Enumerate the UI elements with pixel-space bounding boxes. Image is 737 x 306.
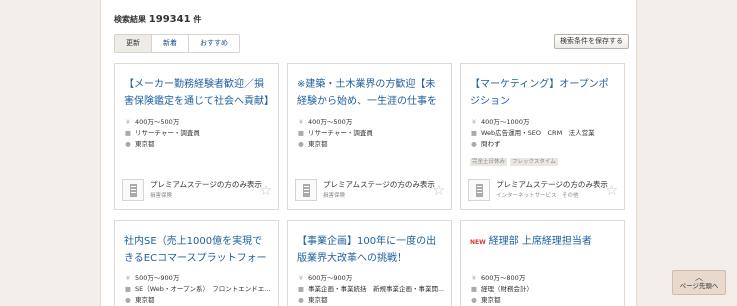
building-icon <box>122 179 144 201</box>
briefcase-icon: ■ <box>124 285 132 293</box>
job-card[interactable]: 【メーカー勤務経験者歓迎／損害保険鑑定を通じて社会へ貢献】 ¥400万～500万… <box>114 63 279 210</box>
company-info: プレミアムステージの方のみ表示 損害保険 ☆ <box>122 178 274 204</box>
job-card[interactable]: 【マーケティング】オープンポジション ¥400万～1000万 ■ Web広告運用・… <box>460 63 625 210</box>
salary: 500万～900万 <box>135 274 180 282</box>
feature-tag: 完全土日休み <box>470 158 508 166</box>
save-search-button[interactable]: 検索条件を保存する <box>554 34 629 49</box>
salary-row: ¥500万～900万 <box>124 273 274 283</box>
location-pin-icon: ● <box>125 140 131 148</box>
company-info: プレミアムステージの方のみ表示 損害保険 ☆ <box>295 178 447 204</box>
sort-tab-recommended[interactable]: おすすめ <box>189 35 239 52</box>
location-row: ● 東京都 <box>124 139 274 149</box>
sort-tab-updated[interactable]: 更新 <box>115 35 152 52</box>
job-type-row: ■ SE（Web・オープン系） フロントエンドエ... <box>124 284 274 294</box>
job-type: リサーチャー・調査員 <box>135 129 200 137</box>
chevron-up-icon: ︿ <box>695 273 703 282</box>
job-title[interactable]: 【事業企画】100年に一度の出版業界大改革への挑戦！ <box>297 233 445 267</box>
page-top-label: ページ先頭へ <box>679 282 719 290</box>
job-card[interactable]: ※建築・土木業界の方歓迎【未経験から始め、一生涯の仕事を手に ¥400万～500… <box>287 63 452 210</box>
page-top-button[interactable]: ︿ ページ先頭へ <box>672 270 726 295</box>
building-icon <box>295 179 317 201</box>
results-count-number: 199341 <box>148 14 191 25</box>
location-row: ● 東京都 <box>297 295 447 305</box>
location-pin-icon: ● <box>471 140 477 148</box>
job-type-row: ■ Web広告運用・SEO CRM 法人営業 <box>470 128 620 138</box>
location-row: ● 東京都 <box>297 139 447 149</box>
job-type: 事業企画・事業統括 新規事業企画・事業開... <box>308 285 445 293</box>
results-count-prefix: 検索結果 <box>114 15 146 24</box>
briefcase-icon: ■ <box>297 129 305 137</box>
job-type-row: ■ 事業企画・事業統括 新規事業企画・事業開... <box>297 284 447 294</box>
briefcase-icon: ■ <box>297 285 305 293</box>
job-type: 経理（財務会計） <box>481 285 533 293</box>
yen-icon: ¥ <box>471 274 477 282</box>
job-title[interactable]: 社内SE（売上1000億を実現できるECコマースプラットフォームへ <box>124 233 272 267</box>
company-industry: 損害保険 <box>150 193 173 199</box>
star-outline-icon[interactable]: ☆ <box>605 184 618 198</box>
briefcase-icon: ■ <box>470 285 478 293</box>
yen-icon: ¥ <box>471 118 477 126</box>
job-type: SE（Web・オープン系） フロントエンドエ... <box>135 285 271 293</box>
new-badge: NEW <box>470 239 486 246</box>
star-outline-icon[interactable]: ☆ <box>259 184 272 198</box>
location: 東京都 <box>481 296 501 304</box>
salary: 600万～900万 <box>308 274 353 282</box>
salary: 400万～500万 <box>308 118 353 126</box>
company-name: プレミアムステージの方のみ表示 <box>496 180 608 189</box>
location-pin-icon: ● <box>298 296 304 304</box>
job-title-text[interactable]: 経理部 上席経理担当者 <box>489 236 592 247</box>
salary-row: ¥400万～1000万 <box>470 117 620 127</box>
location: 問わず <box>481 140 501 148</box>
job-title[interactable]: 【マーケティング】オープンポジション <box>470 76 618 110</box>
location: 東京都 <box>308 140 328 148</box>
location-row: ● 問わず <box>470 139 620 149</box>
company-name: プレミアムステージの方のみ表示 <box>323 180 435 189</box>
sort-tabs: 更新 新着 おすすめ <box>114 34 240 53</box>
location: 東京都 <box>135 140 155 148</box>
location: 東京都 <box>135 296 155 304</box>
job-type-row: ■ 経理（財務会計） <box>470 284 620 294</box>
job-card[interactable]: NEW 経理部 上席経理担当者 ¥600万～800万 ■ 経理（財務会計） ● 東京都 <box>460 220 625 306</box>
yen-icon: ¥ <box>125 274 131 282</box>
job-title[interactable]: ※建築・土木業界の方歓迎【未経験から始め、一生涯の仕事を手に <box>297 76 445 110</box>
salary: 600万～800万 <box>481 274 526 282</box>
yen-icon: ¥ <box>298 118 304 126</box>
building-icon <box>468 179 490 201</box>
yen-icon: ¥ <box>298 274 304 282</box>
location-row: ● 東京都 <box>124 295 274 305</box>
salary-row: ¥600万～900万 <box>297 273 447 283</box>
salary-row: ¥400万～500万 <box>297 117 447 127</box>
job-title[interactable]: 【メーカー勤務経験者歓迎／損害保険鑑定を通じて社会へ貢献】 <box>124 76 272 110</box>
results-count: 検索結果 199341 件 <box>114 14 201 25</box>
briefcase-icon: ■ <box>124 129 132 137</box>
job-card[interactable]: 【事業企画】100年に一度の出版業界大改革への挑戦！ ¥600万～900万 ■ 事… <box>287 220 452 306</box>
job-type-row: ■ リサーチャー・調査員 <box>297 128 447 138</box>
salary-row: ¥400万～500万 <box>124 117 274 127</box>
salary-row: ¥600万～800万 <box>470 273 620 283</box>
star-outline-icon[interactable]: ☆ <box>432 184 445 198</box>
job-type-row: ■ リサーチャー・調査員 <box>124 128 274 138</box>
company-industry: 損害保険 <box>323 193 346 199</box>
feature-tags: 完全土日休み フレックスタイム <box>470 158 558 166</box>
job-type: リサーチャー・調査員 <box>308 129 373 137</box>
company-industry: インターネットサービス その他 <box>496 193 579 199</box>
location-pin-icon: ● <box>298 140 304 148</box>
job-card[interactable]: 社内SE（売上1000億を実現できるECコマースプラットフォームへ ¥500万～… <box>114 220 279 306</box>
yen-icon: ¥ <box>125 118 131 126</box>
company-name: プレミアムステージの方のみ表示 <box>150 180 262 189</box>
search-results-panel: 検索結果 199341 件 更新 新着 おすすめ 検索条件を保存する 【メーカー… <box>100 0 637 306</box>
location-pin-icon: ● <box>471 296 477 304</box>
company-info: プレミアムステージの方のみ表示 インターネットサービス その他 ☆ <box>468 178 620 204</box>
salary: 400万～1000万 <box>481 118 530 126</box>
job-type: Web広告運用・SEO CRM 法人営業 <box>481 129 595 137</box>
job-title[interactable]: NEW 経理部 上席経理担当者 <box>470 233 618 267</box>
sort-tab-newest[interactable]: 新着 <box>152 35 189 52</box>
feature-tag: フレックスタイム <box>510 158 558 166</box>
location: 東京都 <box>308 296 328 304</box>
results-count-suffix: 件 <box>193 15 202 24</box>
briefcase-icon: ■ <box>470 129 478 137</box>
location-row: ● 東京都 <box>470 295 620 305</box>
location-pin-icon: ● <box>125 296 131 304</box>
salary: 400万～500万 <box>135 118 180 126</box>
